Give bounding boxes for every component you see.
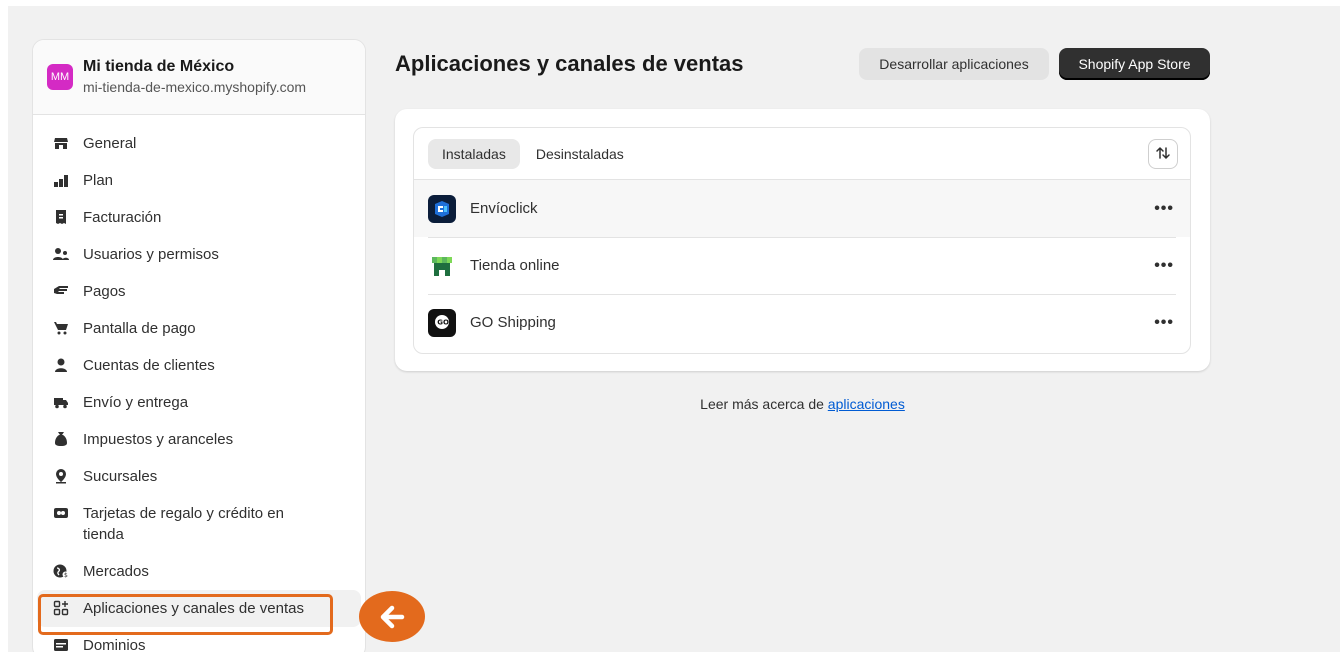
develop-apps-button[interactable]: Desarrollar aplicaciones xyxy=(859,48,1049,80)
go-shipping-icon: GO xyxy=(428,308,456,337)
sidebar-item-billing[interactable]: Facturación xyxy=(33,199,365,236)
tax-icon xyxy=(53,431,69,447)
tab-installed[interactable]: Instaladas xyxy=(428,138,520,169)
settings-sidebar: MM Mi tienda de México mi-tienda-de-mexi… xyxy=(32,39,366,652)
users-icon xyxy=(53,246,69,262)
online-store-icon xyxy=(428,252,456,280)
sidebar-item-payments[interactable]: Pagos xyxy=(33,273,365,310)
sidebar-item-shipping[interactable]: Envío y entrega xyxy=(33,384,365,421)
sidebar-item-users[interactable]: Usuarios y permisos xyxy=(33,236,365,273)
sidebar-item-checkout[interactable]: Pantalla de pago xyxy=(33,310,365,347)
sidebar-item-label: Dominios xyxy=(83,637,146,652)
sidebar-item-label: Envío y entrega xyxy=(83,394,189,411)
sidebar-item-label: Pagos xyxy=(83,283,126,300)
payment-icon xyxy=(53,283,69,299)
sidebar-item-label: Plan xyxy=(83,172,114,189)
learn-more-link[interactable]: aplicaciones xyxy=(828,396,905,412)
more-actions-icon[interactable]: ••• xyxy=(1154,314,1174,332)
app-name: GO Shipping xyxy=(470,314,556,331)
app-row-online-store[interactable]: Tienda online ••• xyxy=(414,237,1190,294)
sidebar-item-markets[interactable]: $ Mercados xyxy=(33,553,365,590)
sort-icon xyxy=(1155,145,1171,164)
sidebar-item-label: General xyxy=(83,135,137,152)
app-row-envioclick[interactable]: Envíoclick ••• xyxy=(414,180,1190,237)
sidebar-item-label: Impuestos y aranceles xyxy=(83,431,234,448)
plan-icon xyxy=(53,172,69,188)
envioclick-icon xyxy=(428,194,456,223)
tab-uninstalled[interactable]: Desinstaladas xyxy=(522,139,638,169)
sidebar-item-general[interactable]: General xyxy=(33,125,365,162)
domain-icon xyxy=(53,637,69,652)
sidebar-item-label: Pantalla de pago xyxy=(83,320,196,337)
learn-more-prefix: Leer más acerca de xyxy=(700,396,828,412)
shopify-app-store-button[interactable]: Shopify App Store xyxy=(1059,48,1210,80)
sidebar-item-label: Cuentas de clientes xyxy=(83,357,215,374)
sidebar-item-label: Tarjetas de regalo y crédito en tienda xyxy=(83,505,284,543)
receipt-icon xyxy=(53,209,69,225)
globe-icon: $ xyxy=(53,563,69,579)
sidebar-item-customer-accounts[interactable]: Cuentas de clientes xyxy=(33,347,365,384)
app-row-go-shipping[interactable]: GO GO Shipping ••• xyxy=(414,294,1190,351)
sidebar-item-label: Facturación xyxy=(83,209,162,226)
svg-text:$: $ xyxy=(64,572,68,579)
store-icon xyxy=(53,135,69,151)
page-title: Aplicaciones y canales de ventas xyxy=(395,51,744,76)
settings-nav: General Plan Facturación Usuarios y perm… xyxy=(33,115,365,652)
highlight-box xyxy=(38,594,333,635)
gift-card-icon xyxy=(53,505,69,521)
sidebar-item-label: Sucursales xyxy=(83,468,158,485)
sidebar-item-plan[interactable]: Plan xyxy=(33,162,365,199)
sidebar-item-gift-cards[interactable]: Tarjetas de regalo y crédito en tienda xyxy=(33,495,365,553)
sidebar-item-locations[interactable]: Sucursales xyxy=(33,458,365,495)
store-name: Mi tienda de México xyxy=(83,58,235,75)
sort-button[interactable] xyxy=(1148,139,1178,169)
app-frame: MM Mi tienda de México mi-tienda-de-mexi… xyxy=(8,6,1340,652)
apps-list-panel: Instaladas Desinstaladas Envíoclick ••• … xyxy=(413,127,1191,354)
more-actions-icon[interactable]: ••• xyxy=(1154,257,1174,275)
arrow-left-icon xyxy=(359,591,425,642)
go-shipping-icon-text: GO xyxy=(437,318,449,326)
sidebar-item-taxes[interactable]: Impuestos y aranceles xyxy=(33,421,365,458)
cart-icon xyxy=(53,320,69,336)
person-icon xyxy=(53,357,69,373)
sidebar-item-label: Usuarios y permisos xyxy=(83,246,219,263)
apps-tabs: Instaladas Desinstaladas xyxy=(414,128,1190,180)
store-header[interactable]: MM Mi tienda de México mi-tienda-de-mexi… xyxy=(33,40,365,115)
truck-icon xyxy=(53,394,69,410)
more-actions-icon[interactable]: ••• xyxy=(1154,200,1174,218)
learn-more-text: Leer más acerca de aplicaciones xyxy=(395,396,1210,412)
location-icon xyxy=(53,468,69,484)
store-avatar: MM xyxy=(47,64,73,90)
store-url: mi-tienda-de-mexico.myshopify.com xyxy=(83,79,307,95)
sidebar-item-label: Mercados xyxy=(83,563,149,580)
apps-card: Instaladas Desinstaladas Envíoclick ••• … xyxy=(395,109,1210,371)
app-name: Envíoclick xyxy=(470,200,538,217)
app-name: Tienda online xyxy=(470,257,560,274)
